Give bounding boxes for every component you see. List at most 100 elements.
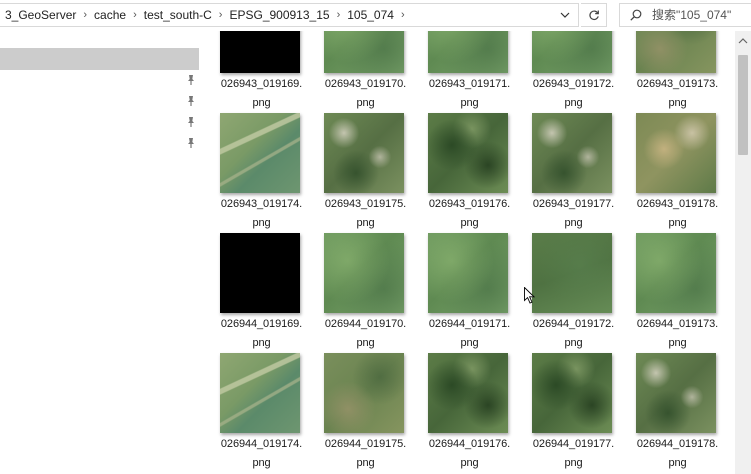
file-name-base: 026943_019174. (220, 198, 303, 210)
file-extension: png (460, 97, 479, 109)
chevron-right-icon[interactable]: › (400, 9, 406, 21)
file-item[interactable]: 026944_019173.png (617, 233, 720, 353)
address-bar[interactable]: 3_GeoServer › cache › test_south-C › EPS… (0, 3, 579, 27)
mouse-cursor-icon (524, 287, 535, 304)
search-input[interactable] (650, 7, 750, 23)
file-item[interactable]: 026943_019175.png (305, 113, 408, 233)
file-item[interactable]: 026943_019170.png (305, 31, 408, 113)
file-name-base: 026944_019173. (636, 318, 719, 330)
image-thumbnail[interactable] (220, 113, 300, 193)
file-item[interactable]: 026944_019175. png (305, 353, 408, 473)
file-name: 026944_019174.png (201, 435, 322, 473)
breadcrumb-item[interactable]: 3_GeoServer (0, 8, 82, 22)
file-name-base: 026943_019178. (636, 198, 719, 210)
image-thumbnail[interactable] (532, 113, 612, 193)
file-item[interactable]: 026943_019174. png (201, 113, 304, 233)
file-item[interactable]: 026943_019171.png (409, 31, 512, 113)
file-name-base: 026944_019178. (636, 438, 719, 450)
pin-icon[interactable] (186, 116, 196, 128)
refresh-icon (588, 10, 599, 21)
file-extension: png (356, 457, 375, 469)
file-extension: png (460, 217, 479, 229)
image-thumbnail[interactable] (428, 31, 508, 73)
file-item[interactable]: 026944_019169. png (201, 233, 304, 353)
file-extension: png (356, 217, 375, 229)
search-box[interactable] (619, 3, 751, 27)
file-name: 026944_019172. png (513, 315, 634, 353)
file-extension: png (252, 97, 271, 109)
file-name: 026944_019173.png (617, 315, 735, 353)
file-extension: png (252, 457, 271, 469)
image-thumbnail[interactable] (532, 31, 612, 73)
file-name: 026944_019171.png (409, 315, 530, 353)
file-name-base: 026943_019171. (428, 78, 511, 90)
image-thumbnail[interactable] (532, 233, 612, 313)
file-item[interactable]: 026943_019178. png (617, 113, 720, 233)
file-item[interactable]: 026944_019177.png (513, 353, 616, 473)
file-item[interactable]: 026944_019176.png (409, 353, 512, 473)
file-name-base: 026943_019175. (324, 198, 407, 210)
file-extension: png (668, 97, 687, 109)
image-thumbnail[interactable] (324, 353, 404, 433)
image-thumbnail[interactable] (636, 233, 716, 313)
file-name-base: 026944_019171. (428, 318, 511, 330)
image-thumbnail[interactable] (428, 233, 508, 313)
breadcrumb-item[interactable]: 105_074 (341, 8, 400, 22)
image-thumbnail[interactable] (428, 113, 508, 193)
file-item[interactable]: 026943_019173. png (617, 31, 720, 113)
navigation-pane[interactable] (0, 31, 201, 474)
file-item[interactable]: 026943_019177.png (513, 113, 616, 233)
pin-icon[interactable] (186, 95, 196, 107)
file-name: 026943_019172. png (513, 75, 634, 113)
file-name: 026944_019169. png (201, 315, 322, 353)
file-extension: png (668, 337, 687, 349)
image-thumbnail[interactable] (532, 353, 612, 433)
file-item[interactable]: 026944_019174.png (201, 353, 304, 473)
file-name-base: 026944_019176. (428, 438, 511, 450)
file-name-base: 026943_019169. (220, 78, 303, 90)
file-item[interactable]: 026944_019178.png (617, 353, 720, 473)
pin-icon[interactable] (186, 74, 196, 86)
image-thumbnail[interactable] (324, 113, 404, 193)
file-name: 026943_019170.png (305, 75, 426, 113)
pin-icon[interactable] (186, 137, 196, 149)
file-extension: png (564, 457, 583, 469)
file-name-base: 026943_019170. (324, 78, 407, 90)
file-extension: png (460, 457, 479, 469)
file-item[interactable]: 026943_019176.png (409, 113, 512, 233)
breadcrumb-item[interactable]: EPSG_900913_15 (223, 8, 335, 22)
image-thumbnail[interactable] (636, 31, 716, 73)
file-extension: png (564, 217, 583, 229)
file-extension: png (460, 337, 479, 349)
scroll-up-icon[interactable] (738, 37, 748, 45)
image-thumbnail[interactable] (220, 353, 300, 433)
file-name: 026944_019178.png (617, 435, 735, 473)
file-item[interactable]: 026944_019171.png (409, 233, 512, 353)
image-thumbnail[interactable] (636, 353, 716, 433)
breadcrumb-item[interactable]: test_south-C (138, 8, 218, 22)
image-thumbnail[interactable] (428, 353, 508, 433)
scrollbar-thumb[interactable] (738, 55, 748, 155)
image-thumbnail[interactable] (220, 233, 300, 313)
file-name-base: 026944_019177. (532, 438, 615, 450)
image-thumbnail[interactable] (636, 113, 716, 193)
file-item[interactable]: 026944_019170. png (305, 233, 408, 353)
file-extension: png (252, 337, 271, 349)
file-extension: png (668, 457, 687, 469)
file-name-base: 026943_019177. (532, 198, 615, 210)
file-grid[interactable]: 026943_019169. png 026943_019170. png 026943… (201, 31, 735, 474)
image-thumbnail[interactable] (324, 31, 404, 73)
file-name: 026943_019178. png (617, 195, 735, 233)
chevron-down-icon[interactable] (558, 7, 572, 23)
file-item[interactable]: 026943_019172. png (513, 31, 616, 113)
file-name-base: 026944_019174. (220, 438, 303, 450)
breadcrumb-item[interactable]: cache (88, 8, 132, 22)
file-name-base: 026943_019176. (428, 198, 511, 210)
image-thumbnail[interactable] (220, 31, 300, 73)
file-extension: png (356, 97, 375, 109)
file-item[interactable]: 026943_019169.png (201, 31, 304, 113)
nav-item-selected[interactable] (0, 48, 199, 70)
vertical-scrollbar[interactable] (735, 31, 751, 474)
image-thumbnail[interactable] (324, 233, 404, 313)
refresh-button[interactable] (581, 3, 607, 27)
